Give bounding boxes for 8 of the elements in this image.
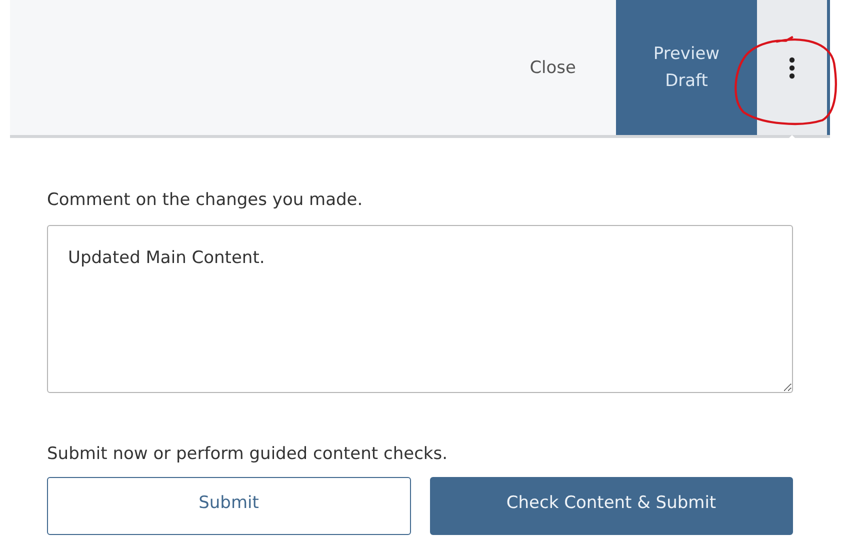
submit-instructions: Submit now or perform guided content checks.: [47, 443, 449, 466]
more-icon: [789, 56, 795, 78]
submit-button[interactable]: Submit: [47, 477, 410, 535]
preview-draft-button[interactable]: Preview Draft: [616, 0, 757, 135]
comment-label: Comment on the changes you made.: [47, 189, 364, 212]
close-button[interactable]: Close: [490, 0, 616, 135]
check-content-submit-button[interactable]: Check Content & Submit: [430, 477, 793, 535]
comment-field[interactable]: Updated Main Content.: [47, 225, 793, 393]
